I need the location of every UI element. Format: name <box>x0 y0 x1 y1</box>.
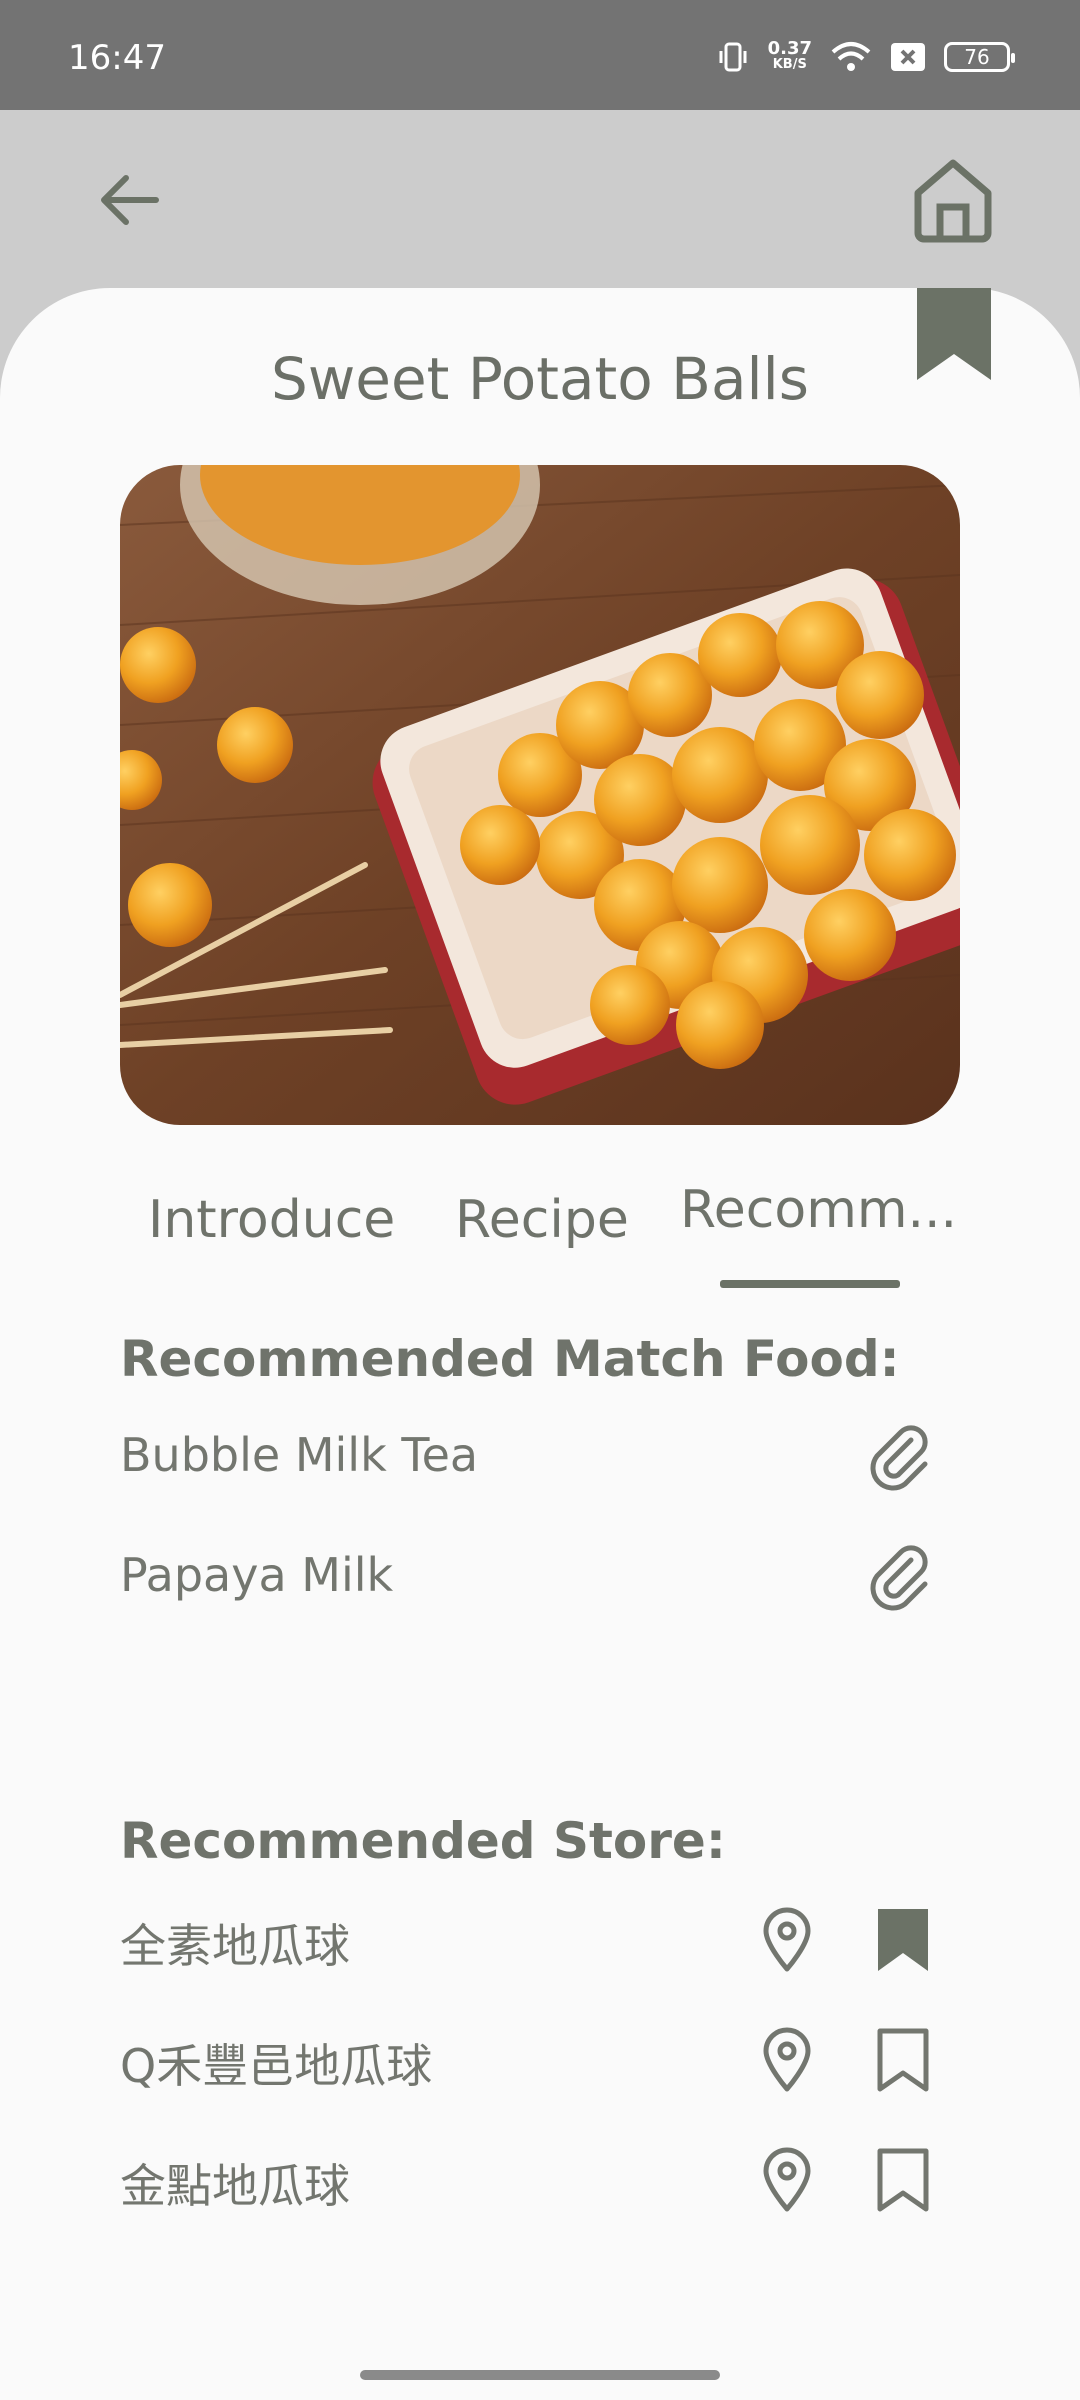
bookmark-filled-icon[interactable] <box>868 1905 938 1975</box>
network-speed: 0.37 KB/S <box>767 38 812 73</box>
sim-x-icon <box>891 43 925 71</box>
wifi-icon <box>831 42 871 71</box>
tab-recommend[interactable]: Recomm... <box>680 1180 957 1240</box>
tab-selected-indicator <box>720 1280 900 1288</box>
bookmark-outline-icon[interactable] <box>868 2025 938 2095</box>
page-title: Sweet Potato Balls <box>271 345 809 413</box>
status-bar: 16:47 0.37 KB/S 76 <box>0 0 1080 110</box>
network-speed-unit: KB/S <box>772 57 807 72</box>
tab-introduce[interactable]: Introduce <box>148 1190 395 1250</box>
food-image <box>120 465 960 1125</box>
store-item: Q禾豐邑地瓜球 <box>120 2039 433 2093</box>
store-heading: Recommended Store: <box>120 1812 726 1870</box>
sweet-potato-balls-illustration <box>120 465 960 1125</box>
tab-bar: Introduce Recipe Recomm... <box>120 1180 960 1290</box>
battery-icon: 76 <box>944 42 1015 72</box>
match-food-item: Bubble Milk Tea <box>120 1428 479 1482</box>
match-food-heading: Recommended Match Food: <box>120 1330 900 1388</box>
match-food-item: Papaya Milk <box>120 1548 394 1602</box>
store-item: 金點地瓜球 <box>120 2159 350 2213</box>
vibrate-icon <box>719 42 747 72</box>
paperclip-icon[interactable] <box>865 1422 935 1492</box>
home-icon[interactable] <box>908 155 998 245</box>
network-speed-value: 0.37 <box>767 38 812 59</box>
status-time: 16:47 <box>68 38 166 78</box>
location-pin-icon[interactable] <box>752 2145 822 2215</box>
status-icons: 0.37 KB/S 76 <box>716 38 1015 74</box>
location-pin-icon[interactable] <box>752 2025 822 2095</box>
location-pin-icon[interactable] <box>752 1905 822 1975</box>
paperclip-icon[interactable] <box>865 1542 935 1612</box>
tab-recipe[interactable]: Recipe <box>455 1190 629 1250</box>
arrow-left-icon[interactable] <box>90 160 170 240</box>
gesture-home-indicator[interactable] <box>360 2370 720 2380</box>
bookmark-outline-icon[interactable] <box>868 2145 938 2215</box>
store-item: 全素地瓜球 <box>120 1919 350 1973</box>
